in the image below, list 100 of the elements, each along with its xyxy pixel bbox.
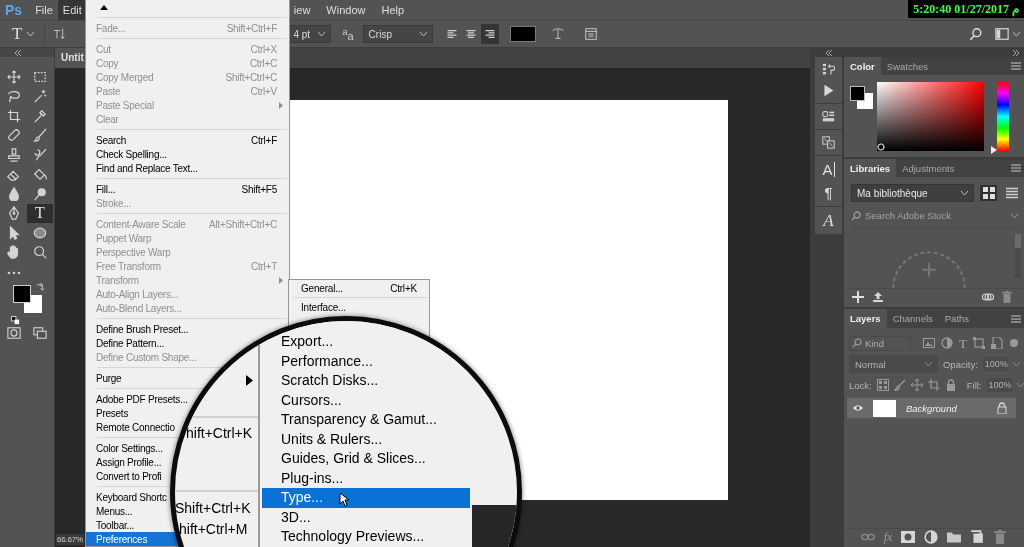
folder-icon[interactable] [947, 530, 962, 544]
search-field[interactable]: Search Adobe Stock [865, 210, 1007, 221]
panel-menu-icon[interactable] [1011, 62, 1021, 70]
hue-slider[interactable] [991, 82, 1011, 154]
menu-item[interactable]: Type... [262, 488, 470, 508]
scrollbar[interactable] [1015, 234, 1021, 278]
font-size-dropdown[interactable]: 4 pt [287, 25, 332, 43]
warp-text-icon[interactable] [550, 27, 565, 41]
document-tab[interactable]: Untit [55, 48, 85, 68]
history-icon[interactable] [822, 63, 835, 76]
panel-tab[interactable]: Swatches [880, 57, 934, 75]
menu-item[interactable]: Interface... [289, 300, 429, 314]
upload-icon[interactable] [872, 291, 884, 303]
paragraph-panel-button[interactable]: ¶ [824, 185, 833, 200]
mask-icon[interactable] [901, 530, 916, 544]
panel-menu-icon[interactable] [1011, 164, 1021, 172]
collapse-icon[interactable] [14, 49, 22, 56]
document-icon[interactable] [990, 337, 1003, 349]
checkerboard-icon[interactable] [876, 379, 889, 391]
list-view-button[interactable] [1003, 185, 1020, 201]
menu-item[interactable]: Fill... Shift+F5 [86, 182, 289, 196]
opacity-field[interactable]: 100% [982, 357, 1008, 371]
menu-item[interactable]: Check Spelling... [86, 147, 169, 161]
menu-item[interactable]: Performance... [260, 351, 472, 371]
menu-item[interactable]: Cursors... [260, 390, 472, 410]
screen-mode-icon[interactable] [33, 326, 47, 340]
fill-field[interactable]: 100% [986, 378, 1012, 392]
align-right-button[interactable] [480, 24, 499, 44]
menu-item[interactable]: Define Pattern... [86, 336, 166, 350]
quick-mask-icon[interactable] [7, 326, 21, 340]
menu-item[interactable]: General... Ctrl+K [289, 281, 429, 295]
zoom-level[interactable]: 66.67% [56, 534, 84, 545]
menu-item[interactable]: Assign Profile... [86, 455, 164, 469]
image-icon[interactable] [923, 337, 935, 349]
collapse-icon[interactable] [824, 49, 833, 56]
menu-item[interactable]: Find and Replace Text... [86, 161, 200, 175]
color-field[interactable] [877, 82, 984, 151]
character-panel-button[interactable]: A [822, 162, 835, 177]
menu-item[interactable]: Presets [86, 406, 131, 420]
panel-tab[interactable]: Paths [938, 309, 976, 328]
menu-item[interactable]: Technology Previews... [260, 527, 472, 547]
menu-item[interactable]: 3D... [260, 507, 472, 527]
caret-icon[interactable] [1011, 213, 1018, 218]
text-color-swatch[interactable] [509, 26, 536, 42]
plus-icon[interactable] [852, 291, 864, 303]
grid-view-button[interactable] [980, 185, 997, 201]
foreground-background-swatch-icon[interactable] [850, 86, 874, 110]
panel-tab[interactable]: Libraries [844, 159, 897, 177]
layer-row[interactable]: Background [847, 398, 1016, 418]
library-dropdown[interactable]: Ma bibliothèque [851, 184, 974, 202]
search-icon[interactable] [969, 27, 983, 41]
menu-item[interactable]: Purge [86, 371, 124, 385]
default-colors-icon[interactable] [11, 316, 20, 325]
menu-item[interactable]: Units & Rulers... [260, 429, 472, 449]
lock-icon[interactable] [944, 379, 957, 391]
foreground-background-swatch-icon[interactable] [13, 285, 43, 314]
move-icon[interactable] [910, 379, 923, 391]
menu-item[interactable]: Scratch Disks... [260, 371, 472, 391]
hue-marker-icon[interactable] [991, 146, 997, 154]
play-icon[interactable] [822, 84, 835, 97]
menu-title[interactable]: Edit [57, 0, 87, 20]
menu-item[interactable]: Convert to Profi [86, 469, 164, 483]
menu-item[interactable]: Search Ctrl+F [86, 133, 289, 147]
swap-colors-icon[interactable] [36, 283, 45, 292]
tool-preset-picker[interactable]: T [10, 23, 37, 45]
panel-tab[interactable]: Adjustments [896, 159, 961, 177]
menu-item[interactable]: Plug-ins... [260, 468, 472, 488]
menu-title[interactable]: Help [373, 0, 413, 20]
workspace-switcher[interactable] [995, 27, 1020, 41]
menu-title[interactable]: File [30, 0, 58, 20]
filter-field[interactable]: Kind [849, 335, 911, 351]
menu-item[interactable]: Menus... [86, 504, 135, 518]
clone-source-icon[interactable] [822, 136, 835, 149]
new-layer-icon[interactable] [970, 530, 985, 544]
properties-icon[interactable] [822, 110, 835, 123]
scroll-up-icon[interactable] [100, 4, 108, 10]
rings-icon[interactable] [982, 291, 994, 303]
half-circle-icon[interactable] [941, 337, 953, 349]
brush-icon[interactable] [893, 379, 906, 391]
menu-title[interactable]: iew [285, 0, 319, 20]
menu-title[interactable]: Window [318, 0, 374, 20]
anti-alias-dropdown[interactable]: Crisp [362, 25, 433, 43]
menu-item[interactable]: Keyboard Shortc [86, 490, 169, 504]
panel-tab[interactable]: Layers [844, 309, 887, 328]
more-tools-icon[interactable] [7, 271, 21, 275]
menu-item[interactable]: Transparency & Gamut... [260, 410, 472, 430]
menu-item[interactable]: Export... [260, 332, 472, 352]
menu-item[interactable]: Guides, Grid & Slices... [260, 449, 472, 469]
shape-icon[interactable] [972, 337, 985, 349]
panel-tab[interactable]: Channels [886, 309, 939, 328]
panels-toggle-icon[interactable] [583, 27, 598, 41]
menu-item[interactable]: Color Settings... [86, 441, 165, 455]
half-circle-icon[interactable] [924, 530, 939, 544]
panel-menu-icon[interactable] [1011, 314, 1021, 323]
type-tool[interactable]: T [27, 203, 53, 223]
menu-item[interactable]: Toolbar... [86, 518, 137, 532]
toggle-dot-icon[interactable] [1008, 338, 1019, 348]
panel-tab[interactable]: Color [844, 57, 881, 75]
collapse-icon[interactable] [1012, 49, 1020, 56]
eye-icon[interactable] [852, 404, 864, 412]
